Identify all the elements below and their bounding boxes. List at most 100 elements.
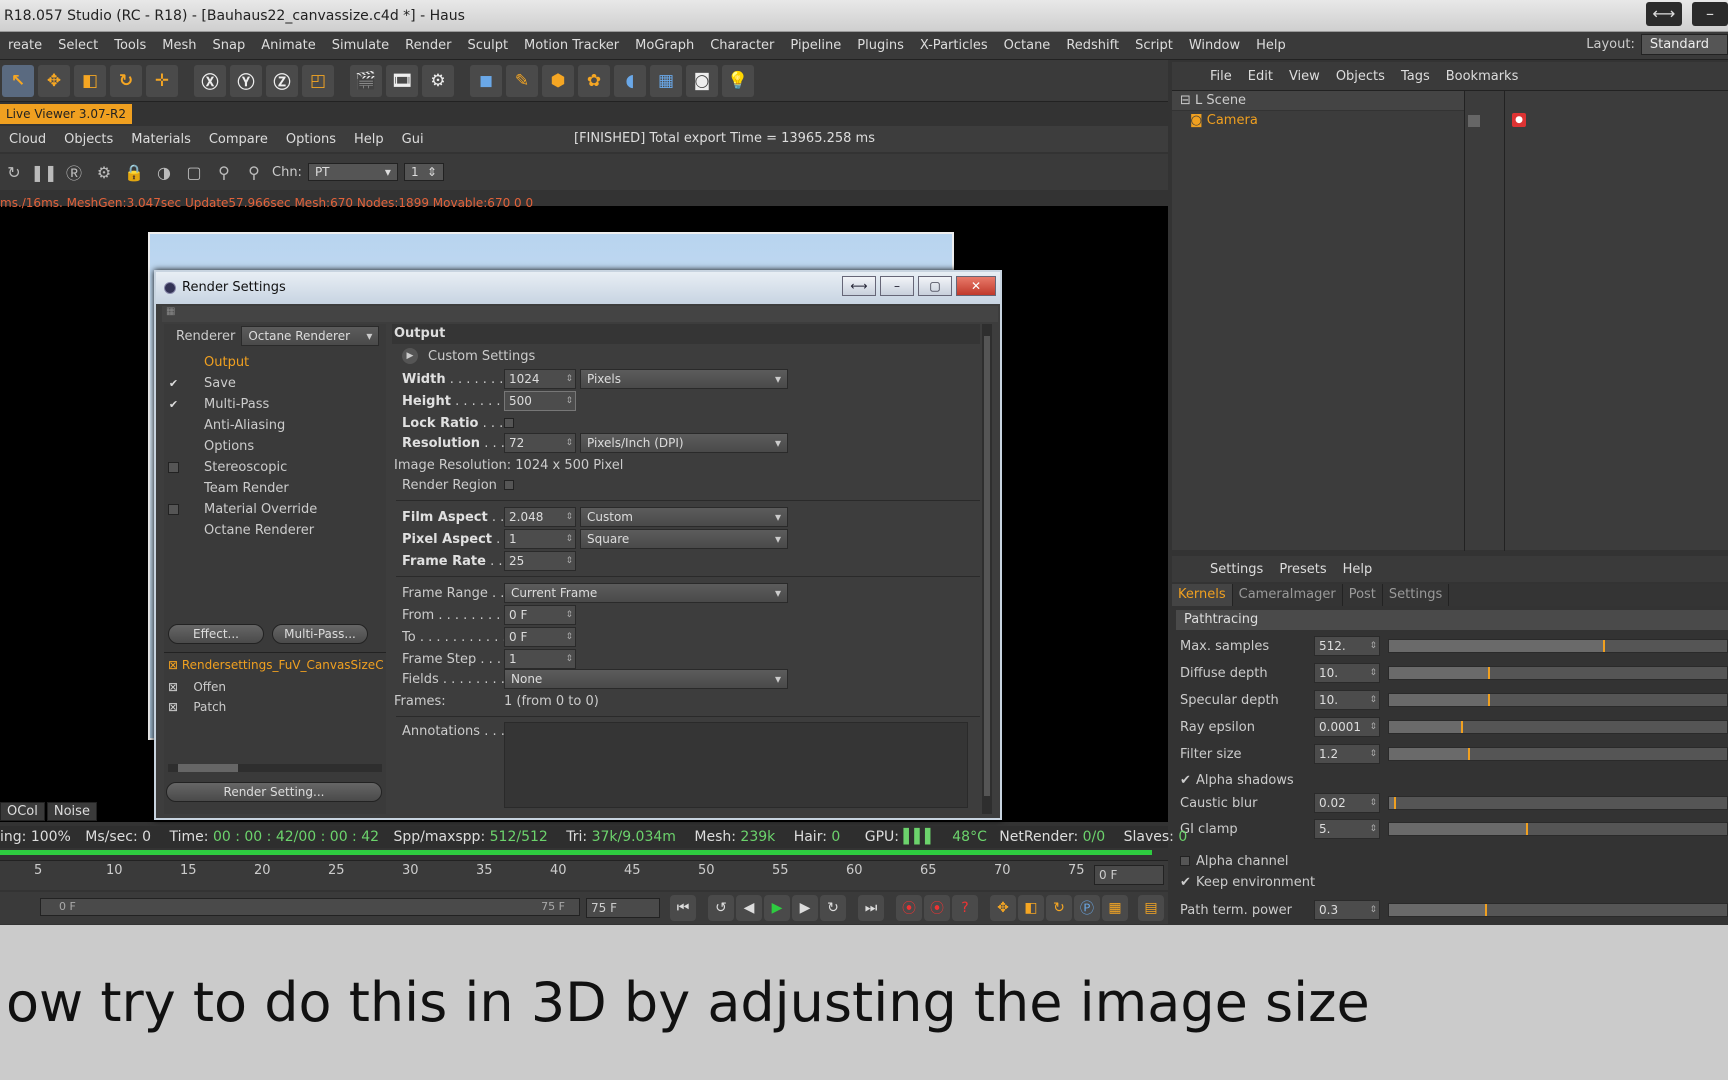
resolution-unit-dropdown[interactable]: Pixels/Inch (DPI) (580, 433, 788, 453)
menu-sculpt[interactable]: Sculpt (459, 38, 516, 53)
lv-menu-help[interactable]: Help (345, 132, 393, 147)
menu-select[interactable]: Select (50, 38, 106, 53)
renderer-dropdown[interactable]: Octane Renderer (241, 326, 380, 346)
y-axis-icon[interactable]: Ⓨ (230, 64, 262, 97)
timeline-ruler[interactable]: 5 10 15 20 25 30 35 40 45 50 55 60 65 70… (0, 860, 1168, 890)
annotations-textarea[interactable] (504, 722, 968, 808)
previous-frame-icon[interactable]: ◀ (736, 895, 762, 921)
tree-item-output[interactable]: Output (164, 352, 386, 373)
parameter-key-icon[interactable]: Ⓟ (1074, 895, 1100, 921)
lv-menu-gui[interactable]: Gui (393, 132, 433, 147)
x-axis-icon[interactable]: Ⓧ (194, 64, 226, 97)
camera-icon[interactable]: ◙ (686, 64, 718, 97)
tab-cameraimager[interactable]: CameraImager (1233, 584, 1343, 606)
tab-settings[interactable]: Settings (1383, 584, 1450, 606)
tree-item-octane-renderer[interactable]: Octane Renderer (164, 520, 386, 541)
fields-dropdown[interactable]: None (504, 669, 788, 689)
tree-item-stereoscopic[interactable]: Stereoscopic (164, 457, 386, 478)
preset-active[interactable]: ⊠ Rendersettings_FuV_CanvasSizeC (168, 658, 384, 672)
dialog-resize-button[interactable]: ⟷ (842, 276, 876, 296)
lv-menu-compare[interactable]: Compare (200, 132, 277, 147)
render-view-icon[interactable]: 🎬 (350, 64, 382, 97)
pixel-aspect-dropdown[interactable]: Square (580, 529, 788, 549)
frame-step-input[interactable]: 1 (504, 649, 576, 669)
menu-octane[interactable]: Octane (996, 38, 1059, 53)
attr-value-input[interactable]: 0.0001 (1314, 717, 1380, 737)
checkbox[interactable] (168, 504, 179, 515)
attr-value-input[interactable]: 10. (1314, 663, 1380, 683)
channel-dropdown[interactable]: PT ▾ (307, 163, 398, 181)
menu-create[interactable]: reate (0, 38, 50, 53)
render-region-checkbox[interactable] (504, 480, 514, 490)
attr-slider[interactable] (1388, 639, 1728, 653)
record-icon[interactable]: ⦿ (896, 895, 922, 921)
cube-icon[interactable]: ◼ (470, 64, 502, 97)
go-to-end-icon[interactable]: ⏭ (858, 895, 884, 921)
render-settings-icon[interactable]: ⚙ (422, 64, 454, 97)
menu-character[interactable]: Character (702, 38, 782, 53)
resolution-input[interactable]: 72 (504, 433, 576, 453)
noise-tab[interactable]: Noise (46, 802, 97, 821)
menu-window[interactable]: Window (1181, 38, 1248, 53)
attr-value-input[interactable]: 0.3 (1314, 900, 1380, 920)
region-render-icon[interactable]: Ⓡ (62, 160, 86, 184)
menu-animate[interactable]: Animate (253, 38, 323, 53)
current-frame-input[interactable]: 0 F (1094, 865, 1164, 885)
restore-button[interactable]: ⟷ (1646, 2, 1682, 26)
menu-snap[interactable]: Snap (205, 38, 254, 53)
custom-settings-row[interactable]: ▶ Custom Settings (402, 348, 535, 364)
lock-ratio-checkbox[interactable] (504, 418, 514, 428)
checkmark-icon[interactable]: ✔ (168, 378, 179, 389)
om-menu-objects[interactable]: Objects (1328, 69, 1393, 84)
attr-menu-settings[interactable]: Settings (1202, 562, 1271, 577)
to-input[interactable]: 0 F (504, 627, 576, 647)
ocol-tab[interactable]: OCol (0, 802, 45, 821)
previous-key-icon[interactable]: ↺ (708, 895, 734, 921)
end-frame-input[interactable]: 75 F (586, 898, 660, 918)
scale-icon[interactable]: ◧ (74, 64, 106, 97)
pla-key-icon[interactable]: ▦ (1102, 895, 1128, 921)
attr-value-input[interactable]: 5. (1314, 819, 1380, 839)
focus-pin-icon[interactable]: ⚲ (212, 160, 236, 184)
object-row-scene[interactable]: ⊟ ᒪ Scene (1180, 93, 1246, 108)
pause-icon[interactable]: ❚❚ (31, 160, 58, 184)
tab-kernels[interactable]: Kernels (1172, 584, 1233, 606)
width-input[interactable]: 1024 (504, 369, 576, 389)
checkmark-icon[interactable]: ✔ (1180, 875, 1196, 890)
position-key-icon[interactable]: ✥ (990, 895, 1016, 921)
menu-pipeline[interactable]: Pipeline (782, 38, 849, 53)
attr-slider[interactable] (1388, 903, 1728, 917)
multi-pass-button[interactable]: Multi-Pass... (272, 624, 368, 644)
cloner-icon[interactable]: ✿ (578, 64, 610, 97)
attr-slider[interactable] (1388, 796, 1728, 810)
horizontal-scrollbar[interactable] (168, 764, 382, 772)
dialog-close-button[interactable]: ✕ (956, 276, 996, 296)
lv-menu-materials[interactable]: Materials (122, 132, 200, 147)
attr-slider[interactable] (1388, 720, 1728, 734)
checkmark-icon[interactable]: ✔ (168, 399, 179, 410)
attr-value-input[interactable]: 1.2 (1314, 744, 1380, 764)
menu-render[interactable]: Render (397, 38, 459, 53)
from-input[interactable]: 0 F (504, 605, 576, 625)
autokey-icon[interactable]: ⦿ (924, 895, 950, 921)
attr-menu-presets[interactable]: Presets (1271, 562, 1334, 577)
frame-rate-input[interactable]: 25 (504, 551, 576, 571)
render-picture-viewer-icon[interactable]: 🎞 (386, 64, 418, 97)
z-axis-icon[interactable]: Ⓩ (266, 64, 298, 97)
tree-item-multi-pass[interactable]: ✔ Multi-Pass (164, 394, 386, 415)
film-aspect-dropdown[interactable]: Custom (580, 507, 788, 527)
dialog-minimize-button[interactable]: – (880, 276, 914, 296)
tab-post[interactable]: Post (1343, 584, 1383, 606)
vertical-scrollbar[interactable] (982, 324, 992, 814)
settings-gear-icon[interactable]: ⚙ (92, 160, 116, 184)
attr-value-input[interactable]: 10. (1314, 690, 1380, 710)
preset-patch[interactable]: ⊠ Patch (168, 700, 226, 714)
checkmark-icon[interactable]: ✔ (1180, 773, 1196, 788)
scale-key-icon[interactable]: ◧ (1018, 895, 1044, 921)
checkbox[interactable] (1180, 856, 1190, 866)
menu-plugins[interactable]: Plugins (849, 38, 912, 53)
menu-mograph[interactable]: MoGraph (627, 38, 702, 53)
add-icon[interactable]: ✛ (146, 64, 178, 97)
om-menu-file[interactable]: File (1202, 69, 1240, 84)
render-setting-button[interactable]: Render Setting... (166, 782, 382, 802)
